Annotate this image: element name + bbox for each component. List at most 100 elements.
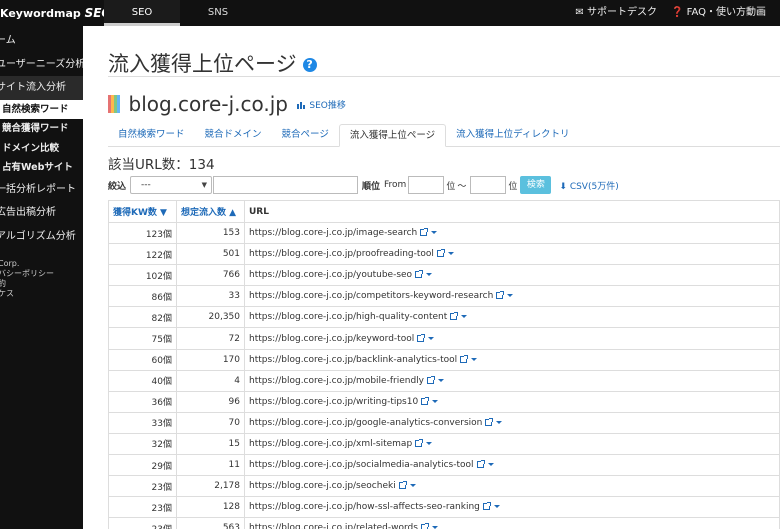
external-link-icon[interactable] — [482, 502, 491, 511]
sidebar-item-home[interactable]: ーム — [0, 29, 83, 53]
from-label: From — [384, 180, 407, 190]
external-link-icon[interactable] — [450, 312, 459, 321]
url-text[interactable]: https://blog.core-j.co.jp/related-words — [249, 523, 418, 529]
footer-misc[interactable]: ケス — [0, 289, 54, 299]
external-link-icon[interactable] — [415, 438, 424, 447]
external-link-icon[interactable] — [398, 481, 407, 490]
filter-select[interactable]: --- ▼ — [130, 176, 213, 194]
caret-down-icon[interactable] — [428, 336, 435, 340]
sidebar-item-algorithm-analysis[interactable]: アルゴリズム分析 — [0, 225, 83, 249]
external-link-icon[interactable] — [436, 249, 445, 258]
csv-download-link[interactable]: ⬇ CSV(5万件) — [559, 179, 618, 192]
caret-down-icon[interactable] — [471, 357, 478, 361]
sidebar-item-site-traffic[interactable]: サイト流入分析 — [0, 76, 83, 100]
sidebar-item-organic-keywords[interactable]: 自然検索ワード — [0, 99, 83, 119]
url-count: 該当URL数：134 — [108, 157, 215, 173]
caret-down-icon[interactable] — [426, 273, 433, 277]
col-estimated-traffic[interactable]: 想定流入数 ▲ — [176, 200, 245, 223]
url-text[interactable]: https://blog.core-j.co.jp/how-ssl-affect… — [249, 502, 480, 512]
url-text[interactable]: https://blog.core-j.co.jp/writing-tips10 — [249, 397, 418, 407]
external-link-icon[interactable] — [476, 460, 485, 469]
search-button[interactable]: 検索 — [520, 176, 552, 194]
table-header-row: 獲得KW数 ▼ 想定流入数 ▲ URL — [108, 200, 780, 223]
caret-down-icon[interactable] — [432, 399, 439, 403]
top-bar: Keywordmap SEO SEO SNS ✉ サポートデスク ❓ FAQ・使… — [0, 0, 780, 26]
kw-count-cell: 23個 — [108, 496, 177, 519]
app-logo[interactable]: Keywordmap SEO — [0, 6, 112, 20]
table-row: 29個 11 https://blog.core-j.co.jp/socialmed… — [108, 454, 780, 477]
external-link-icon[interactable] — [415, 270, 424, 279]
tab-competitor-pages[interactable]: 競合ページ — [272, 124, 339, 147]
rank-to-input[interactable] — [470, 176, 507, 194]
caret-down-icon[interactable] — [447, 252, 454, 256]
external-link-icon[interactable] — [420, 228, 429, 237]
kw-count-cell: 36個 — [108, 390, 177, 413]
url-text[interactable]: https://blog.core-j.co.jp/google-analyti… — [249, 418, 482, 428]
external-link-icon[interactable] — [426, 375, 435, 384]
external-link-icon[interactable] — [460, 354, 469, 363]
url-text[interactable]: https://blog.core-j.co.jp/proofreading-t… — [249, 249, 434, 259]
sidebar-item-bulk-report[interactable]: 一括分析レポート — [0, 178, 83, 202]
traffic-cell: 72 — [176, 327, 245, 350]
table-row: 86個 33 https://blog.core-j.co.jp/competito… — [108, 285, 780, 308]
page-title-text: 流入獲得上位ページ — [108, 52, 297, 76]
caret-down-icon[interactable] — [409, 484, 416, 488]
sidebar-item-competitor-keywords[interactable]: 競合獲得ワード — [0, 119, 83, 139]
tab-seo[interactable]: SEO — [104, 0, 180, 26]
caret-down-icon[interactable] — [493, 505, 500, 509]
top-nav: SEO SNS — [104, 0, 256, 26]
traffic-cell: 563 — [176, 517, 245, 529]
rank-unit-to: 位 — [508, 181, 518, 192]
traffic-cell: 170 — [176, 348, 245, 371]
tab-organic-keywords[interactable]: 自然検索ワード — [108, 124, 195, 147]
seo-trend-link[interactable]: SEO推移 — [297, 101, 346, 111]
tab-competitor-domains[interactable]: 競合ドメイン — [195, 124, 272, 147]
caret-down-icon[interactable] — [496, 420, 503, 424]
url-text[interactable]: https://blog.core-j.co.jp/backlink-analy… — [249, 355, 457, 365]
sidebar-item-dominant-sites[interactable]: 占有Webサイト — [0, 158, 83, 178]
footer-privacy[interactable]: バシーポリシー — [0, 269, 54, 279]
faq-link[interactable]: ❓ FAQ・使い方動画 — [671, 0, 766, 26]
url-text[interactable]: https://blog.core-j.co.jp/xml-sitemap — [249, 439, 412, 449]
sidebar-footer: Corp. バシーポリシー 約 ケス — [0, 259, 54, 299]
tab-top-pages[interactable]: 流入獲得上位ページ — [338, 124, 447, 147]
filter-keyword-input[interactable] — [213, 176, 359, 194]
rank-from-input[interactable] — [408, 176, 445, 194]
caret-down-icon[interactable] — [437, 378, 444, 382]
col-kw-count[interactable]: 獲得KW数 ▼ — [108, 200, 177, 223]
support-desk-label: サポートデスク — [586, 7, 657, 18]
url-text[interactable]: https://blog.core-j.co.jp/seocheki — [249, 481, 396, 491]
url-text[interactable]: https://blog.core-j.co.jp/socialmedia-an… — [249, 460, 474, 470]
url-text[interactable]: https://blog.core-j.co.jp/competitors-ke… — [249, 291, 493, 301]
kw-count-cell: 122個 — [108, 243, 177, 266]
url-text[interactable]: https://blog.core-j.co.jp/mobile-friendl… — [249, 376, 424, 386]
caret-down-icon[interactable] — [487, 463, 494, 467]
tab-top-directories[interactable]: 流入獲得上位ディレクトリ — [446, 124, 579, 147]
external-link-icon[interactable] — [496, 291, 505, 300]
url-text[interactable]: https://blog.core-j.co.jp/high-quality-c… — [249, 312, 447, 322]
caret-down-icon[interactable] — [431, 231, 438, 235]
external-link-icon[interactable] — [420, 523, 429, 529]
sidebar-item-domain-compare[interactable]: ドメイン比較 — [0, 139, 83, 159]
url-text[interactable]: https://blog.core-j.co.jp/youtube-seo — [249, 270, 412, 280]
external-link-icon[interactable] — [417, 333, 426, 342]
caret-down-icon[interactable] — [426, 441, 433, 445]
help-icon[interactable]: ? — [302, 58, 317, 72]
caret-down-icon[interactable] — [461, 315, 468, 319]
url-cell: https://blog.core-j.co.jp/socialmedia-an… — [244, 454, 780, 477]
url-text[interactable]: https://blog.core-j.co.jp/image-search — [249, 228, 417, 238]
support-desk-link[interactable]: ✉ サポートデスク — [575, 0, 657, 26]
external-link-icon[interactable] — [421, 396, 430, 405]
table-row: 33個 70 https://blog.core-j.co.jp/google-an… — [108, 411, 780, 434]
url-text[interactable]: https://blog.core-j.co.jp/keyword-tool — [249, 334, 414, 344]
sidebar-item-ad-analysis[interactable]: 広告出稿分析 — [0, 201, 83, 225]
range-tilde: 〜 — [457, 181, 467, 192]
footer-company[interactable]: Corp. — [0, 259, 54, 269]
footer-terms[interactable]: 約 — [0, 279, 54, 289]
rank-unit-from: 位 — [446, 181, 456, 192]
traffic-cell: 15 — [176, 432, 245, 456]
caret-down-icon[interactable] — [507, 294, 514, 298]
tab-sns[interactable]: SNS — [180, 0, 256, 26]
external-link-icon[interactable] — [485, 417, 494, 426]
sidebar-item-user-needs[interactable]: ユーザーニーズ分析 — [0, 53, 83, 77]
